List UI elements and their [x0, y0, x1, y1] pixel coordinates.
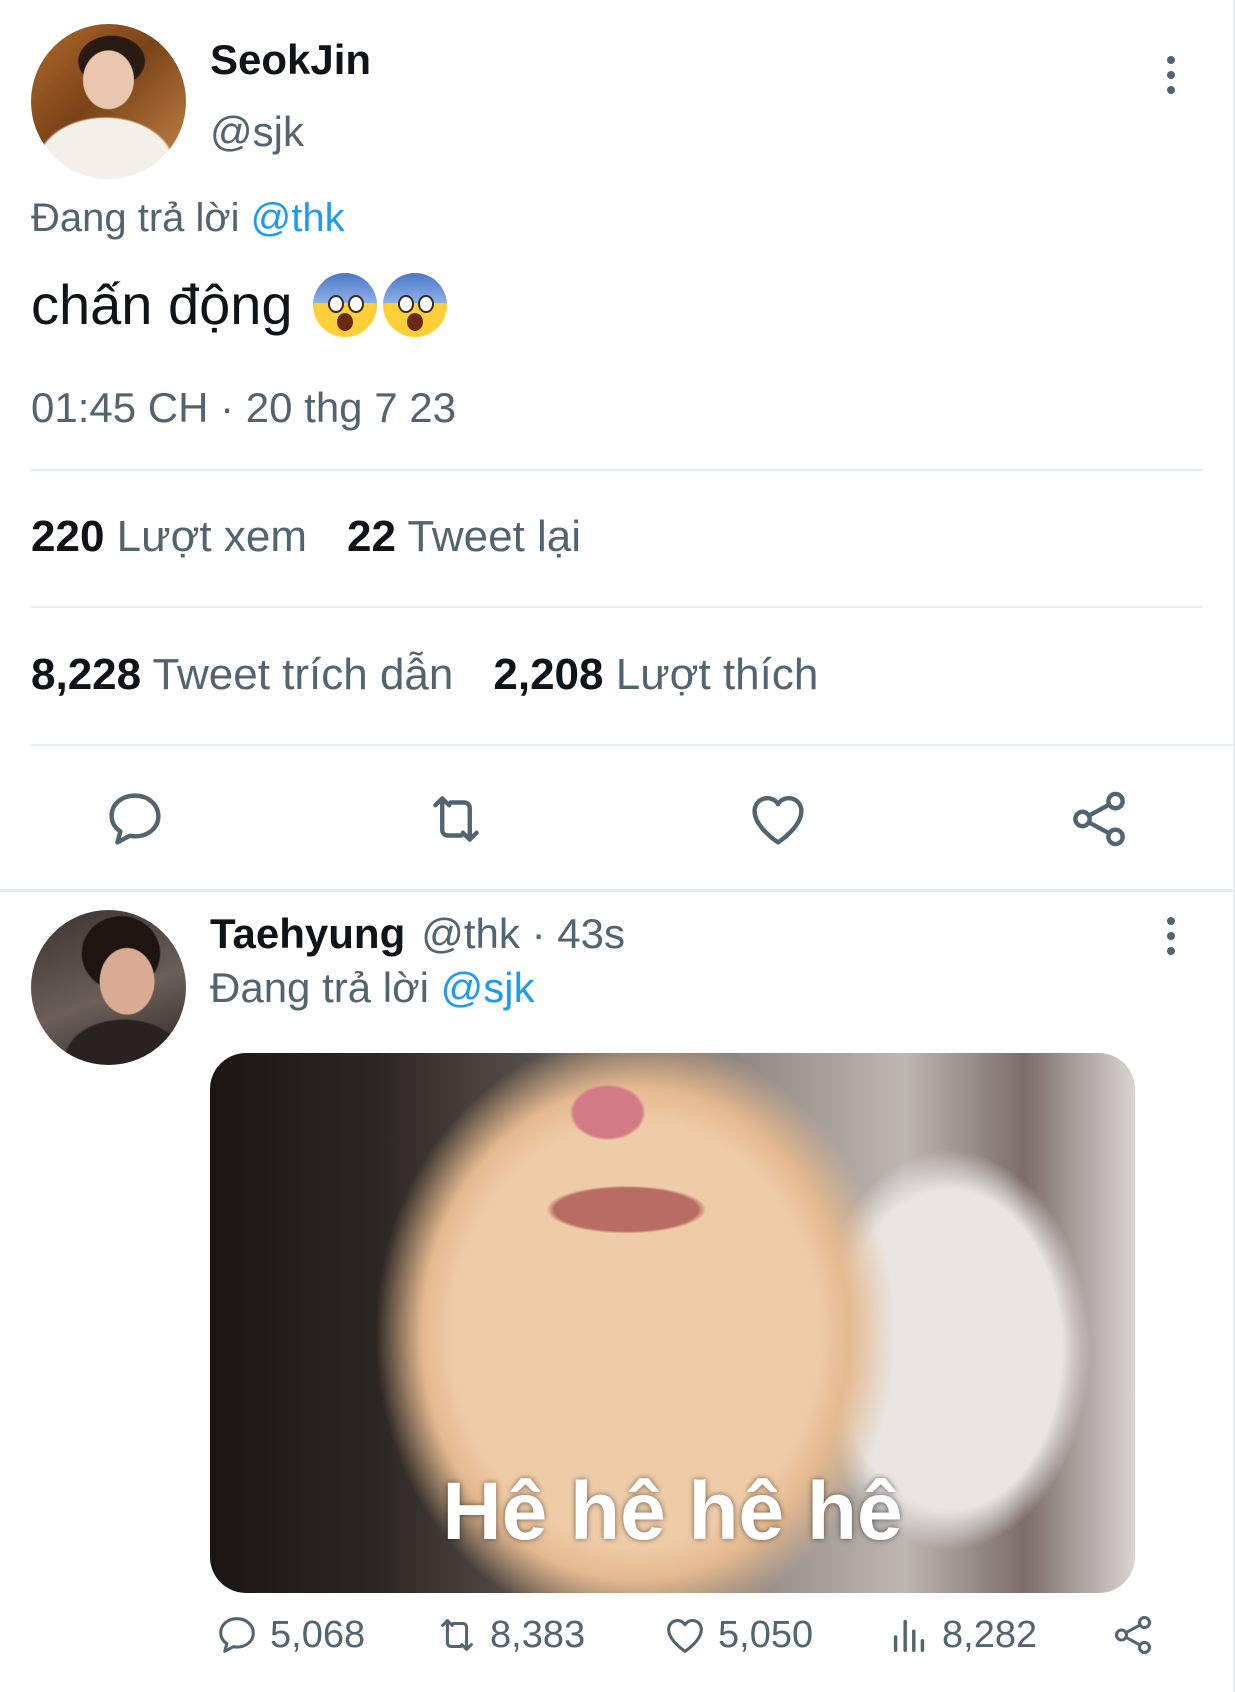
quotes-count: 8,228 [31, 650, 142, 699]
like-icon[interactable] [745, 786, 811, 852]
reply-button[interactable]: 5,068 [214, 1612, 365, 1658]
more-options-icon[interactable] [1159, 45, 1183, 105]
author-name[interactable]: SeokJin [210, 36, 371, 84]
reply-action-bar: 5,068 8,383 5,050 8,282 [210, 1612, 1170, 1668]
tweet-media-image[interactable]: Hê hê hê hê [210, 1053, 1135, 1593]
author-name[interactable]: Taehyung [210, 910, 405, 957]
retweets-label: Tweet lại [407, 512, 582, 561]
tweet-text-content: chấn động [31, 273, 293, 336]
more-options-icon[interactable] [1159, 906, 1183, 966]
likes-label: Lượt thích [615, 650, 819, 699]
replying-prefix: Đang trả lời [31, 196, 240, 240]
media-caption: Hê hê hê hê [442, 1466, 903, 1557]
avatar[interactable] [31, 24, 186, 179]
reply-icon[interactable] [102, 786, 168, 852]
views-label: Lượt xem [116, 512, 308, 561]
divider [31, 469, 1203, 471]
likes-count: 2,208 [493, 650, 604, 699]
retweet-button[interactable]: 8,383 [434, 1612, 585, 1658]
replying-mention-link[interactable]: @sjk [441, 964, 535, 1011]
views-stat: 220 Lượt xem [31, 512, 307, 562]
tweet-timestamp[interactable]: 01:45 CH · 20 thg 7 23 [31, 384, 456, 432]
views-icon [893, 1619, 925, 1653]
screaming-face-emoji-icon [382, 272, 447, 337]
replying-prefix: Đang trả lời [210, 964, 429, 1011]
views-count: 220 [31, 512, 105, 561]
like-icon [667, 1618, 703, 1653]
retweets-count: 22 [347, 512, 396, 561]
stats-row: 220 Lượt xem 22 Tweet lại [31, 512, 581, 562]
replying-to: Đang trả lời @sjk [210, 964, 535, 1012]
retweet-count: 8,383 [490, 1613, 586, 1656]
tweet-separator [0, 889, 1235, 892]
author-handle[interactable]: @sjk [210, 108, 304, 156]
like-count: 5,050 [718, 1613, 814, 1656]
reply-icon [219, 1617, 255, 1653]
stats-row: 8,228 Tweet trích dẫn 2,208 Lượt thích [31, 650, 818, 700]
divider [31, 606, 1203, 608]
quotes-stat[interactable]: 8,228 Tweet trích dẫn [31, 650, 453, 700]
views-button[interactable]: 8,282 [886, 1612, 1037, 1658]
reply-header: Taehyung @thk · 43s [210, 910, 625, 958]
replying-to: Đang trả lời @thk [31, 196, 345, 241]
like-button[interactable]: 5,050 [662, 1612, 813, 1658]
retweet-icon [441, 1619, 473, 1651]
quotes-label: Tweet trích dẫn [152, 650, 454, 699]
tweet-text: chấn động [31, 272, 447, 337]
share-icon[interactable] [1066, 786, 1132, 852]
retweets-stat[interactable]: 22 Tweet lại [347, 512, 581, 562]
views-count: 8,282 [942, 1613, 1038, 1656]
avatar[interactable] [31, 910, 186, 1065]
screaming-face-emoji-icon [312, 272, 377, 337]
author-handle-time[interactable]: @thk · 43s [421, 910, 625, 957]
divider [31, 744, 1235, 746]
share-button[interactable] [1110, 1612, 1156, 1658]
replying-mention-link[interactable]: @thk [251, 196, 345, 240]
retweet-icon[interactable] [423, 786, 489, 852]
main-tweet: SeokJin @sjk Đang trả lời @thk chấn động… [0, 0, 1235, 890]
reply-count: 5,068 [270, 1613, 366, 1656]
share-icon [1114, 1616, 1152, 1654]
likes-stat[interactable]: 2,208 Lượt thích [493, 650, 818, 700]
